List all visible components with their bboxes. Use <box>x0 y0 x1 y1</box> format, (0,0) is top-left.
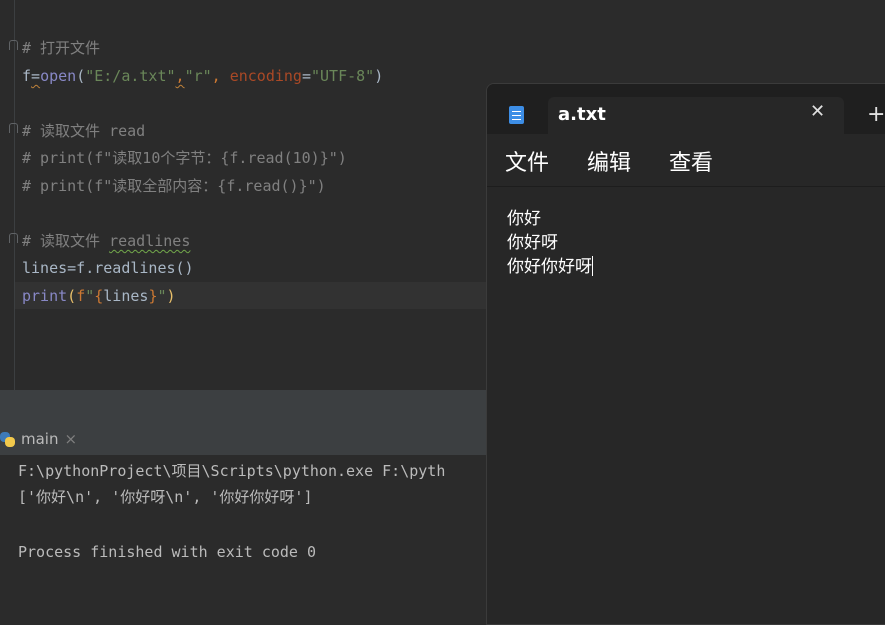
code-token: ( <box>67 287 77 305</box>
code-token: " <box>157 287 167 305</box>
notepad-icon <box>509 106 524 124</box>
code-token: "E:/a.txt" <box>85 67 176 85</box>
code-line-1[interactable]: # 打开文件 <box>22 37 100 59</box>
code-token: "UTF-8" <box>311 67 375 85</box>
code-line-5[interactable]: # print(f"读取10个字节：{f.read(10)}") <box>22 147 347 169</box>
notepad-window[interactable]: a.txt ✕ + 文件 编辑 查看 你好 你好呀 你好你好呀 <box>486 83 885 625</box>
console-line: ['你好\n', '你好呀\n', '你好你好呀'] <box>18 488 313 506</box>
editor-gutter <box>14 0 15 390</box>
text-line: 你好你好呀 <box>507 257 592 277</box>
text-line-current: 你好你好呀 <box>507 255 593 279</box>
code-line-9[interactable]: lines=f.readlines() <box>22 257 194 279</box>
menu-view[interactable]: 查看 <box>669 145 713 177</box>
menu-file[interactable]: 文件 <box>505 145 549 177</box>
notepad-tab[interactable]: a.txt ✕ <box>548 97 844 134</box>
text-caret <box>592 256 593 276</box>
code-token: open <box>40 67 77 85</box>
code-token: print <box>22 287 68 305</box>
code-token: # 读取文件 <box>22 232 110 250</box>
code-token: ) <box>374 67 384 85</box>
notepad-menubar: 文件 编辑 查看 <box>487 134 885 187</box>
code-token: lines <box>103 287 149 305</box>
code-token: "r" <box>184 67 212 85</box>
code-token: , <box>211 67 230 85</box>
text-line: 你好呀 <box>507 233 558 253</box>
text-line: 你好 <box>507 209 541 229</box>
code-token: readlines <box>109 232 191 250</box>
code-token: f <box>76 287 86 305</box>
code-token: f <box>22 67 32 85</box>
code-token: ( <box>76 67 86 85</box>
fold-marker-icon[interactable] <box>9 40 18 50</box>
run-tab-label: main <box>21 430 59 448</box>
code-token: { <box>94 287 104 305</box>
code-line-2[interactable]: f=open("E:/a.txt","r", encoding="UTF-8") <box>22 65 383 87</box>
code-line-6[interactable]: # print(f"读取全部内容：{f.read()}") <box>22 175 326 197</box>
code-line-10[interactable]: print(f"{lines}") <box>22 285 176 307</box>
code-token: = <box>301 67 311 85</box>
new-tab-icon[interactable]: + <box>867 102 885 128</box>
menu-edit[interactable]: 编辑 <box>587 145 631 177</box>
code-token: " <box>85 287 95 305</box>
close-icon[interactable]: ✕ <box>810 101 825 122</box>
code-token: encoding <box>229 67 302 85</box>
console-line: Process finished with exit code 0 <box>18 543 317 561</box>
console-line: F:\pythonProject\项目\Scripts\python.exe F… <box>18 462 446 480</box>
code-line-8[interactable]: # 读取文件 readlines <box>22 230 190 252</box>
code-token: ) <box>166 287 176 305</box>
fold-marker-icon[interactable] <box>9 123 18 133</box>
notepad-tab-title: a.txt <box>558 104 606 125</box>
code-token: , <box>175 67 185 85</box>
close-icon[interactable]: × <box>64 430 77 448</box>
run-tab-main[interactable]: main × <box>0 424 77 454</box>
python-icon <box>0 431 15 447</box>
code-token: = <box>31 67 41 85</box>
notepad-titlebar[interactable]: a.txt ✕ + <box>487 84 885 134</box>
notepad-text-area[interactable]: 你好 你好呀 你好你好呀 <box>487 187 885 624</box>
code-line-4[interactable]: # 读取文件 read <box>22 120 145 142</box>
fold-marker-icon[interactable] <box>9 233 18 243</box>
